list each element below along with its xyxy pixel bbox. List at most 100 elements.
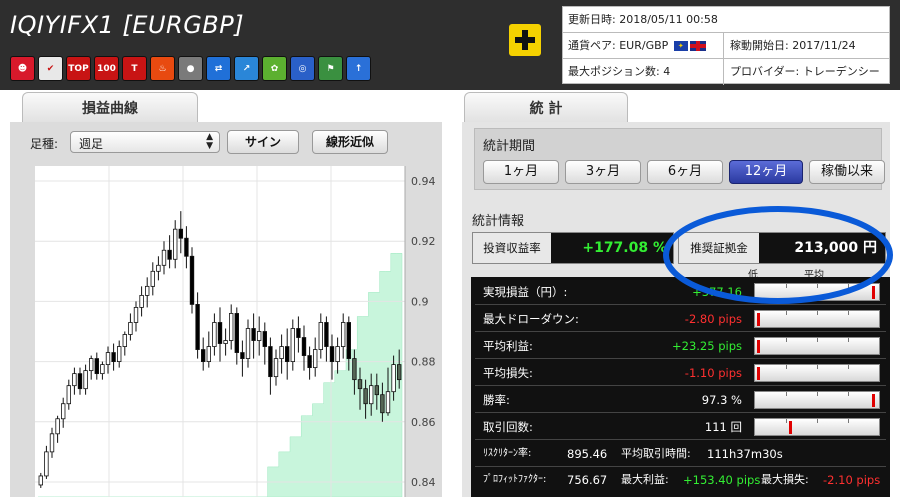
period-button[interactable]: 12ヶ月	[729, 160, 803, 184]
candle-body	[49, 433, 55, 453]
stat-level-bar	[754, 364, 880, 382]
roi-value: +177.08 %	[582, 240, 667, 256]
stat-label: 最大ドローダウン:	[483, 312, 579, 326]
max-position-label: 最大ポジション数:	[568, 65, 660, 78]
candle-body	[352, 358, 357, 381]
stat-row: 実現損益（円）: +377,16	[475, 279, 886, 305]
add-button[interactable]	[509, 24, 541, 56]
linear-approx-button[interactable]: 線形近似	[312, 130, 388, 154]
candle-body	[296, 328, 301, 338]
period-box: 統計期間 1ヶ月 3ヶ月 6ヶ月 12ヶ月 稼働以来	[474, 128, 885, 190]
candle-body	[161, 249, 167, 266]
roi-box: 投資収益率 +177.08 %	[472, 232, 674, 264]
y-tick-label: 0.88	[411, 356, 436, 369]
stat-level-bar	[754, 337, 880, 355]
candle-body	[156, 264, 161, 272]
top100-icon[interactable]: TOP	[66, 56, 91, 81]
pair-label: 通貨ペア:	[568, 39, 616, 52]
select-arrows-icon: ▲ ▼	[206, 132, 213, 151]
y-tick-label: 0.94	[411, 175, 436, 188]
y-tick-label: 0.84	[411, 476, 436, 489]
candle-body	[324, 322, 329, 347]
margin-box: 推奨証拠金 213,000 円	[678, 232, 886, 264]
margin-label: 推奨証拠金	[679, 233, 759, 263]
period-button[interactable]: 1ヶ月	[483, 160, 559, 184]
candle-body	[100, 364, 105, 375]
candle-body	[195, 304, 200, 350]
period-button[interactable]: 稼働以来	[809, 160, 885, 184]
candle-body	[89, 358, 94, 372]
smile-icon[interactable]: ☻	[10, 56, 35, 81]
max-loss-label: 最大損失:	[761, 473, 809, 486]
uk-flag-icon	[689, 41, 706, 51]
stat-value: 111 回	[704, 420, 742, 434]
timeframe-select[interactable]: 週足 ▲ ▼	[70, 131, 220, 153]
period-button[interactable]: 3ヶ月	[565, 160, 641, 184]
candle-body	[105, 352, 111, 365]
candle-body	[173, 228, 178, 260]
rocket-100-icon[interactable]: 100	[94, 56, 119, 81]
candle-body	[391, 364, 396, 393]
stat-level-bar	[754, 391, 880, 409]
period-label: 統計期間	[483, 139, 536, 154]
stat-row: 勝率: 97.3 %	[475, 387, 886, 413]
tab-statistics[interactable]: 統 計	[464, 92, 628, 124]
candle-body	[397, 364, 402, 381]
sign-button[interactable]: サイン	[227, 130, 299, 154]
stats-info-label: 統計情報	[472, 214, 525, 229]
stat-value: +23.25 pips	[672, 339, 742, 353]
eu-flag-icon: ✦	[673, 41, 688, 51]
sprout-icon[interactable]: ✿	[262, 56, 287, 81]
max-position-value: 4	[663, 65, 671, 78]
candle-body	[251, 328, 256, 341]
candle-body	[307, 355, 312, 369]
shuffle-icon[interactable]: ⇄	[206, 56, 231, 81]
candle-body	[61, 403, 66, 420]
stat-value: -2.80 pips	[684, 312, 742, 326]
sphere-icon[interactable]: ●	[178, 56, 203, 81]
candle-body	[117, 346, 122, 362]
candle-body	[279, 346, 284, 359]
candle-body	[380, 394, 385, 414]
candle-body	[369, 385, 374, 405]
candle-body	[122, 334, 127, 347]
candle-body	[273, 358, 279, 378]
candle-body	[66, 385, 71, 405]
up-arrow-icon[interactable]: ↑	[346, 56, 371, 81]
flag-chart-icon[interactable]: ⚑	[318, 56, 343, 81]
provider-value: トレーデンシー	[802, 65, 880, 78]
stat-level-marker	[872, 286, 876, 299]
stat-label: 実現損益（円）:	[483, 285, 568, 299]
risk-return-row: ﾘｽｸﾘﾀｰﾝ率: 895.46 平均取引時間: 111h37m30s	[475, 441, 886, 467]
stat-label: 平均損失:	[483, 366, 533, 380]
stats-table: 実現損益（円）: +377,16 最大ドローダウン: -2.80 pips 平均利益: +…	[471, 277, 890, 497]
candle-body	[385, 391, 391, 414]
chart-check-icon[interactable]: ✔	[38, 56, 63, 81]
stat-row: 最大ドローダウン: -2.80 pips	[475, 306, 886, 332]
candle-body	[229, 313, 234, 341]
candle-body	[363, 388, 368, 405]
candle-body	[38, 475, 43, 486]
growth-chart-icon[interactable]: ↗	[234, 56, 259, 81]
updated-value: 2018/05/11 00:58	[619, 13, 718, 26]
candle-body	[341, 322, 346, 347]
period-button[interactable]: 6ヶ月	[647, 160, 723, 184]
system-info-table: 更新日時: 2018/05/11 00:58 通貨ペア: EUR/GBP ✦ 稼…	[562, 6, 890, 85]
t100-icon[interactable]: T	[122, 56, 147, 81]
stat-row: 取引回数: 111 回	[475, 414, 886, 440]
candle-body	[184, 237, 189, 257]
candle-body	[133, 307, 139, 323]
candle-body	[268, 346, 273, 378]
y-tick-label: 0.86	[411, 416, 436, 429]
candle-body	[145, 285, 150, 296]
fire-icon[interactable]: ♨	[150, 56, 175, 81]
candle-body	[240, 352, 245, 359]
y-tick-label: 0.92	[411, 235, 436, 248]
candle-body	[139, 294, 144, 308]
stat-row: 平均損失: -1.10 pips	[475, 360, 886, 386]
tab-pl-curve[interactable]: 損益曲線	[22, 92, 198, 124]
target-icon[interactable]: ◎	[290, 56, 315, 81]
header-bar: IQIYIFX1 [EURGBP] ☻ ✔ TOP 100 T ♨ ● ⇄ ↗ ✿ ◎ ⚑ ↑ 更新日時…	[0, 0, 900, 90]
plus-icon	[515, 30, 535, 50]
candle-body	[223, 340, 228, 344]
